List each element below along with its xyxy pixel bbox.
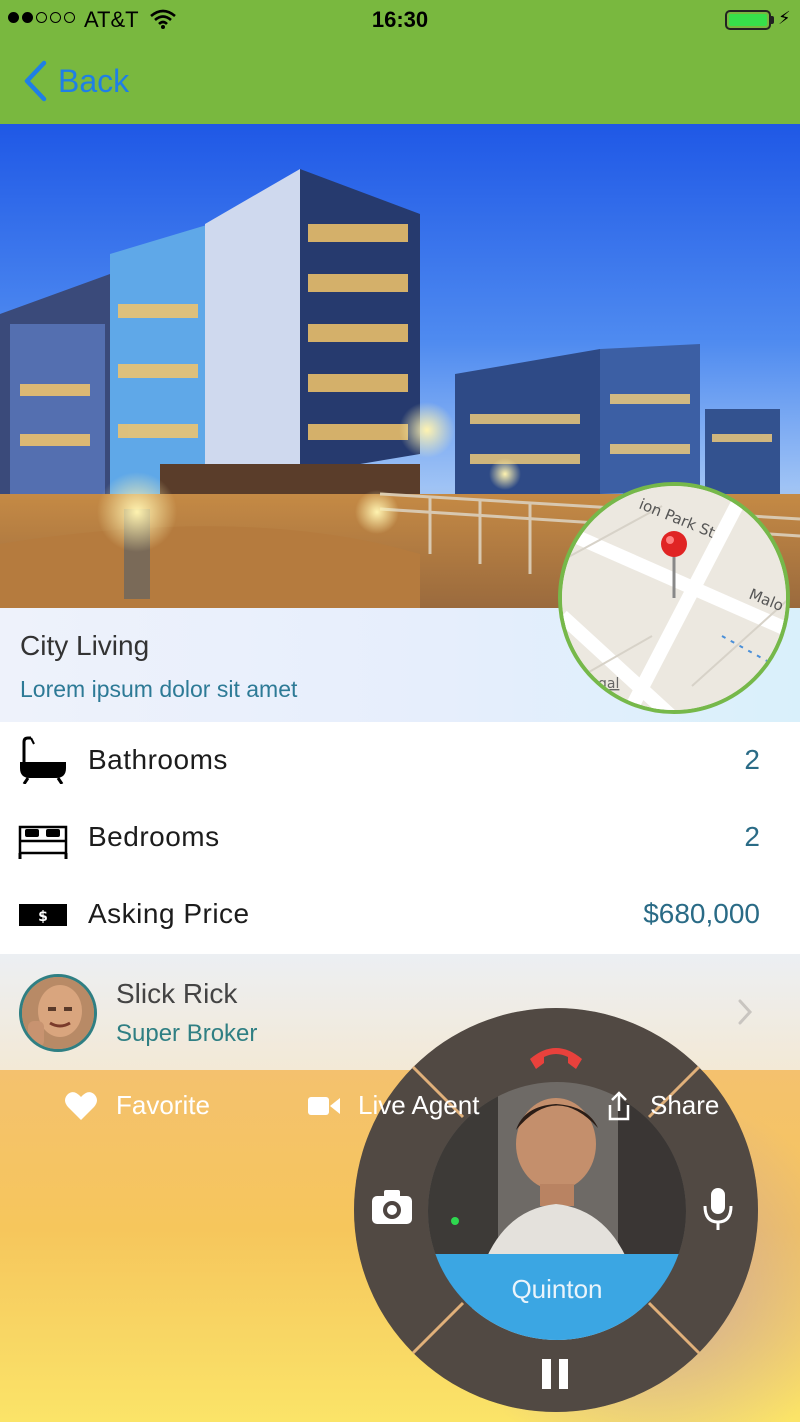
listing-title: City Living xyxy=(20,630,150,661)
video-call-widget: Quinton xyxy=(354,1008,759,1413)
bed-icon xyxy=(18,825,68,859)
camera-icon xyxy=(372,1190,412,1224)
live-agent-button[interactable]: Live Agent xyxy=(308,1090,479,1121)
listing-subtitle: Lorem ipsum dolor sit amet xyxy=(20,676,298,702)
microphone-icon xyxy=(703,1188,733,1230)
avatar xyxy=(19,974,97,1052)
live-agent-label: Live Agent xyxy=(358,1090,480,1120)
detail-label: Asking Price xyxy=(88,898,250,929)
video-camera-icon xyxy=(308,1096,340,1115)
favorite-label: Favorite xyxy=(116,1090,210,1120)
detail-value: 2 xyxy=(744,821,760,852)
back-label: Back xyxy=(58,62,130,99)
status-bar: AT&T 16:30 ⚡ xyxy=(0,0,800,40)
pause-icon xyxy=(542,1359,568,1389)
share-button[interactable]: Share xyxy=(606,1090,719,1121)
caller-name: Quinton xyxy=(511,1274,603,1304)
money-icon: $ xyxy=(19,904,67,926)
camera-button[interactable] xyxy=(364,1176,428,1240)
live-indicator xyxy=(451,1217,459,1225)
detail-row-bathrooms: Bathrooms 2 xyxy=(0,722,800,799)
battery-tip xyxy=(771,16,774,24)
navigation-bar: Back xyxy=(0,40,800,124)
favorite-button[interactable]: Favorite xyxy=(64,1090,210,1121)
svg-text:$: $ xyxy=(38,909,48,925)
share-icon xyxy=(608,1090,630,1120)
property-details: Bathrooms 2 Bedrooms 2 $ Asking Price $6… xyxy=(0,722,800,954)
detail-value: $680,000 xyxy=(643,898,760,929)
pause-button[interactable] xyxy=(526,1343,586,1403)
detail-row-bedrooms: Bedrooms 2 xyxy=(0,799,800,876)
microphone-button[interactable] xyxy=(689,1176,749,1240)
hang-up-button[interactable] xyxy=(514,1023,598,1079)
caller-name-bar: Quinton xyxy=(428,1254,686,1340)
clock: 16:30 xyxy=(371,7,429,32)
back-button[interactable]: Back xyxy=(22,58,129,104)
battery-icon xyxy=(725,10,771,30)
phone-hangup-icon xyxy=(530,1048,582,1069)
detail-value: 2 xyxy=(744,744,760,775)
agent-role: Super Broker xyxy=(116,1020,258,1047)
charging-bolt-icon: ⚡ xyxy=(778,8,791,28)
agent-name: Slick Rick xyxy=(116,978,238,1009)
chevron-left-icon xyxy=(24,60,47,102)
detail-label: Bathrooms xyxy=(88,744,228,775)
detail-label: Bedrooms xyxy=(88,821,220,852)
detail-row-asking-price: $ Asking Price $680,000 xyxy=(0,876,800,953)
bathtub-icon xyxy=(20,736,66,784)
heart-icon xyxy=(65,1091,97,1120)
share-label: Share xyxy=(650,1090,720,1120)
location-map[interactable]: ion Park St Malo gal xyxy=(558,482,790,714)
